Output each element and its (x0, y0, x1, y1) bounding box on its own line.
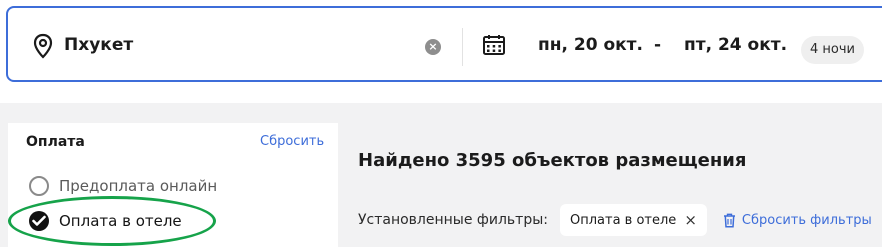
divider (462, 28, 463, 66)
checkmark-icon (32, 215, 46, 226)
close-icon[interactable]: × (684, 212, 697, 228)
search-header: Пхукет × пн, 20 окт. - пт, 24 окт. 4 ноч… (0, 0, 882, 103)
option-prepay-online[interactable]: Предоплата онлайн (29, 175, 217, 197)
filter-chip[interactable]: Оплата в отеле × (560, 204, 707, 236)
reset-filters-label: Сбросить фильтры (741, 212, 872, 228)
date-to[interactable]: пт, 24 окт. (684, 34, 787, 56)
location-pin-icon (33, 33, 53, 59)
clear-icon[interactable]: × (425, 39, 441, 55)
destination-input[interactable]: Пхукет (64, 34, 133, 56)
radio-unchecked[interactable] (29, 176, 49, 196)
applied-filters-label: Установленные фильтры: (358, 212, 548, 228)
results-area: Оплата Сбросить Предоплата онлайн Оплата… (0, 103, 882, 247)
option-label: Оплата в отеле (59, 212, 182, 230)
filter-chip-label: Оплата в отеле (570, 212, 677, 228)
filters-sidebar: Оплата Сбросить Предоплата онлайн Оплата… (8, 123, 338, 247)
nights-badge: 4 ночи (801, 36, 864, 64)
date-separator: - (654, 35, 662, 55)
reset-payment-filter-link[interactable]: Сбросить (260, 134, 324, 149)
option-pay-at-hotel[interactable]: Оплата в отеле (29, 210, 182, 232)
calendar-icon[interactable] (482, 34, 506, 56)
date-from[interactable]: пн, 20 окт. (538, 34, 643, 56)
radio-checked[interactable] (29, 211, 49, 231)
reset-filters-button[interactable]: Сбросить фильтры (723, 213, 872, 228)
search-bar: Пхукет × пн, 20 окт. - пт, 24 окт. 4 ноч… (6, 6, 882, 82)
applied-filters-row: Установленные фильтры: Оплата в отеле × … (358, 204, 872, 236)
results-count-heading: Найдено 3595 объектов размещения (358, 150, 747, 171)
payment-filter-title: Оплата (26, 134, 85, 150)
trash-icon (723, 213, 735, 228)
option-label: Предоплата онлайн (59, 177, 218, 195)
